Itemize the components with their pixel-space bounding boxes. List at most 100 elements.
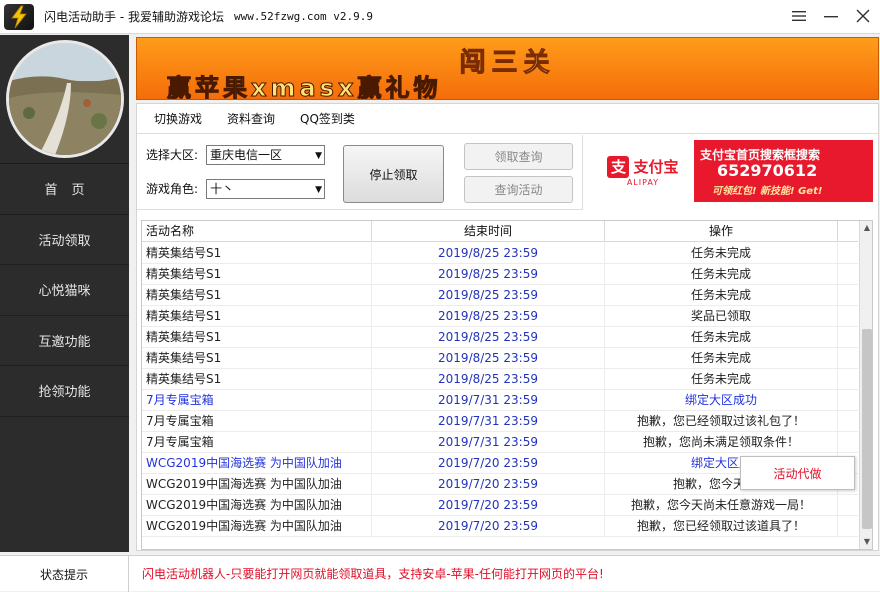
scroll-thumb[interactable]	[862, 329, 872, 529]
role-select[interactable]: 十丶 ▼	[206, 179, 325, 199]
query-activity-button[interactable]: 查询活动	[464, 176, 573, 203]
tab-info-query[interactable]: 资料查询	[227, 110, 275, 127]
activity-name-cell: 精英集结号S1	[142, 306, 372, 327]
role-select-value: 十丶	[210, 182, 235, 196]
table-row[interactable]: 精英集结号S1 2019/8/25 23:59 任务未完成	[142, 348, 858, 369]
activity-name-cell: 精英集结号S1	[142, 243, 372, 264]
activity-name-cell: 精英集结号S1	[142, 264, 372, 285]
action-status-cell: 抱歉，您尚未满足领取条件！	[605, 432, 838, 453]
window-title: 闪电活动助手 - 我爱辅助游戏论坛	[44, 10, 224, 24]
scroll-down-icon[interactable]: ▼	[860, 535, 872, 549]
sidebar-item-mutual-invite[interactable]: 互邀功能	[0, 316, 129, 366]
action-status-cell: 任务未完成	[605, 264, 838, 285]
alipay-logo-text: 支付宝	[633, 158, 679, 176]
activity-service-popup[interactable]: 活动代做	[740, 456, 855, 490]
activity-name-cell: WCG2019中国海选赛 为中国队加油	[142, 474, 372, 495]
ad-line-2: 652970612	[717, 161, 818, 180]
scroll-up-icon[interactable]: ▲	[860, 221, 872, 235]
action-status-cell: 抱歉，您已经领取过该礼包了！	[605, 411, 838, 432]
sidebar-item-grab-claim[interactable]: 抢领功能	[0, 366, 129, 417]
end-time-cell: 2019/8/25 23:59	[372, 264, 605, 285]
minimize-icon[interactable]	[822, 6, 840, 26]
role-label: 游戏角色:	[146, 182, 199, 196]
end-time-cell: 2019/8/25 23:59	[372, 243, 605, 264]
tab-qq-signin[interactable]: QQ签到类	[300, 110, 355, 127]
status-bar: 状态提示 闪电活动机器人-只要能打开网页就能领取道具，支持安卓-苹果-任何能打开…	[0, 555, 880, 592]
sidebar-item-activity-claim[interactable]: 活动领取	[0, 215, 129, 265]
action-status-cell: 奖品已领取	[605, 306, 838, 327]
end-time-cell: 2019/7/31 23:59	[372, 411, 605, 432]
end-time-cell: 2019/7/31 23:59	[372, 390, 605, 411]
column-header-end-time[interactable]: 结束时间	[372, 221, 605, 242]
close-icon[interactable]	[854, 6, 872, 26]
end-time-cell: 2019/8/25 23:59	[372, 369, 605, 390]
activity-name-cell: 精英集结号S1	[142, 327, 372, 348]
app-logo-icon	[4, 3, 34, 30]
activity-name-cell: WCG2019中国海选赛 为中国队加油	[142, 495, 372, 516]
action-status-cell: 任务未完成	[605, 285, 838, 306]
stop-claim-button[interactable]: 停止领取	[343, 145, 444, 203]
status-message: 闪电活动机器人-只要能打开网页就能领取道具，支持安卓-苹果-任何能打开网页的平台…	[142, 567, 604, 581]
avatar-container	[0, 35, 129, 164]
activity-name-cell: 精英集结号S1	[142, 369, 372, 390]
action-status-cell: 任务未完成	[605, 369, 838, 390]
table-row[interactable]: 7月专属宝箱 2019/7/31 23:59 抱歉，您尚未满足领取条件！	[142, 432, 858, 453]
table-header: 活动名称 结束时间 操作	[142, 221, 858, 242]
end-time-cell: 2019/7/31 23:59	[372, 432, 605, 453]
activity-name-cell: 精英集结号S1	[142, 285, 372, 306]
region-select[interactable]: 重庆电信一区 ▼	[206, 145, 325, 165]
menu-icon[interactable]	[790, 6, 808, 26]
action-status-cell: 抱歉，您今天尚未任意游戏一局！	[605, 495, 838, 516]
action-status-cell: 绑定大区成功	[605, 390, 838, 411]
alipay-ad[interactable]: 支 支付宝 ALIPAY 支付宝首页搜索框搜索 652970612 可领红包! …	[592, 140, 873, 202]
table-row[interactable]: 精英集结号S1 2019/8/25 23:59 任务未完成	[142, 264, 858, 285]
table-row[interactable]: 精英集结号S1 2019/8/25 23:59 任务未完成	[142, 285, 858, 306]
column-header-name[interactable]: 活动名称	[142, 221, 372, 242]
chevron-down-icon: ▼	[315, 185, 322, 195]
avatar	[5, 40, 124, 158]
activity-name-cell: 7月专属宝箱	[142, 390, 372, 411]
action-status-cell: 抱歉，您已经领取过该道具了！	[605, 516, 838, 537]
chevron-down-icon: ▼	[315, 151, 322, 161]
table-scrollbar[interactable]: ▲ ▼	[859, 221, 872, 549]
table-row[interactable]: WCG2019中国海选赛 为中国队加油 2019/7/20 23:59 抱歉，您已经…	[142, 516, 858, 537]
activity-name-cell: 7月专属宝箱	[142, 411, 372, 432]
sidebar-item-xinyue-cat[interactable]: 心悦猫咪	[0, 265, 129, 316]
end-time-cell: 2019/8/25 23:59	[372, 348, 605, 369]
status-label: 状态提示	[0, 556, 129, 592]
action-status-cell: 任务未完成	[605, 243, 838, 264]
table-row[interactable]: 精英集结号S1 2019/8/25 23:59 任务未完成	[142, 243, 858, 264]
region-select-value: 重庆电信一区	[210, 148, 283, 162]
end-time-cell: 2019/8/25 23:59	[372, 285, 605, 306]
table-body: 精英集结号S1 2019/8/25 23:59 任务未完成 精英集结号S1 2019/8…	[142, 243, 858, 537]
action-status-cell: 任务未完成	[605, 348, 838, 369]
activity-name-cell: 7月专属宝箱	[142, 432, 372, 453]
activity-name-cell: WCG2019中国海选赛 为中国队加油	[142, 453, 372, 474]
end-time-cell: 2019/7/20 23:59	[372, 453, 605, 474]
end-time-cell: 2019/7/20 23:59	[372, 474, 605, 495]
alipay-logo: 支 支付宝 ALIPAY	[592, 140, 694, 202]
alipay-logo-sub: ALIPAY	[626, 177, 660, 187]
end-time-cell: 2019/7/20 23:59	[372, 516, 605, 537]
table-row[interactable]: 精英集结号S1 2019/8/25 23:59 奖品已领取	[142, 306, 858, 327]
column-header-action[interactable]: 操作	[605, 221, 838, 242]
promo-banner[interactable]: 闯三关 赢苹果xmasx赢礼物	[136, 37, 879, 100]
tab-switch-game[interactable]: 切换游戏	[154, 110, 202, 127]
table-row[interactable]: 7月专属宝箱 2019/7/31 23:59 绑定大区成功	[142, 390, 858, 411]
alipay-icon: 支	[607, 155, 630, 178]
sidebar-item-home[interactable]: 首页	[0, 164, 129, 215]
activity-name-cell: 精英集结号S1	[142, 348, 372, 369]
activity-table: 活动名称 结束时间 操作 精英集结号S1 2019/8/25 23:59 任务未完成…	[141, 220, 873, 550]
end-time-cell: 2019/7/20 23:59	[372, 495, 605, 516]
end-time-cell: 2019/8/25 23:59	[372, 327, 605, 348]
window-version: www.52fzwg.com v2.9.9	[233, 10, 374, 23]
table-row[interactable]: 精英集结号S1 2019/8/25 23:59 任务未完成	[142, 327, 858, 348]
claim-query-button[interactable]: 领取查询	[464, 143, 573, 170]
table-row[interactable]: WCG2019中国海选赛 为中国队加油 2019/7/20 23:59 抱歉，您今天…	[142, 495, 858, 516]
control-panel: 选择大区: 重庆电信一区 ▼ 游戏角色: 十丶 ▼ 停止领取 领取查询 查询活动	[137, 135, 583, 210]
table-row[interactable]: 7月专属宝箱 2019/7/31 23:59 抱歉，您已经领取过该礼包了！	[142, 411, 858, 432]
region-label: 选择大区:	[146, 148, 199, 162]
table-row[interactable]: 精英集结号S1 2019/8/25 23:59 任务未完成	[142, 369, 858, 390]
end-time-cell: 2019/8/25 23:59	[372, 306, 605, 327]
title-bar: 闪电活动助手 - 我爱辅助游戏论坛 www.52fzwg.com v2.9.9	[0, 0, 880, 34]
